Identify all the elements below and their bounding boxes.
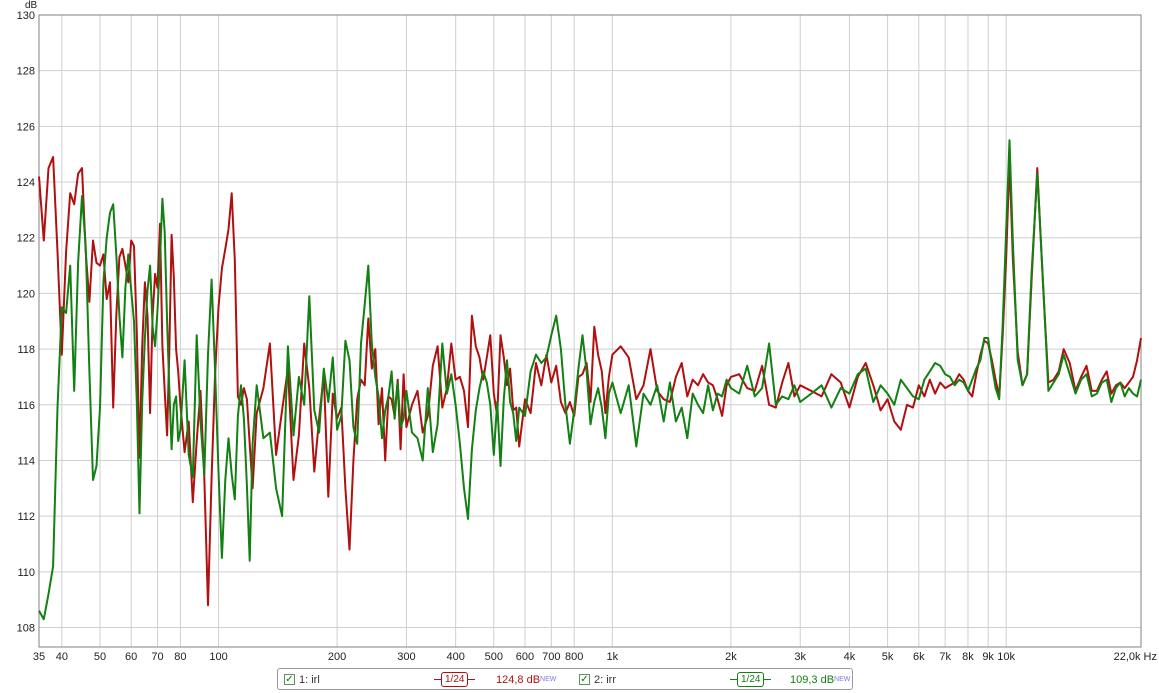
smoothing-box-irl[interactable]: 1/24 <box>441 672 469 687</box>
legend-label-irl: 1: irl <box>299 673 320 686</box>
y-tick-label: 128 <box>17 66 35 78</box>
y-tick-label: 116 <box>17 400 35 412</box>
x-tick-label: 400 <box>446 651 464 663</box>
x-tick-label: 500 <box>485 651 503 663</box>
x-tick-label: 50 <box>94 651 106 663</box>
x-tick-label: 5k <box>882 651 894 663</box>
x-tick-label: 22,0k Hz <box>1114 651 1157 663</box>
plot-border <box>38 14 1142 648</box>
x-tick-label: 4k <box>844 651 856 663</box>
y-tick-label: 110 <box>17 567 35 579</box>
legend-smoothing-irr[interactable]: 1/24 <box>730 672 772 687</box>
x-axis-ticks: 35 40 50 60 70 80 100 200 300 400 500 600 700 800 1k 2k… <box>33 651 1157 663</box>
y-tick-label: 126 <box>17 121 35 133</box>
x-tick-label: 60 <box>125 651 137 663</box>
x-tick-label: 600 <box>516 651 534 663</box>
x-tick-label: 6k <box>913 651 925 663</box>
x-tick-label: 800 <box>565 651 583 663</box>
y-axis-ticks: 108 110 112 114 116 118 120 122 124 126 128 130 <box>17 10 35 635</box>
legend-item-irr[interactable]: ✓ 2: irr <box>579 672 616 687</box>
x-tick-label: 100 <box>209 651 227 663</box>
smoothing-box-irr[interactable]: 1/24 <box>737 672 765 687</box>
y-tick-label: 130 <box>17 10 35 22</box>
x-tick-label: 70 <box>151 651 163 663</box>
legend-label-irr: 2: irr <box>594 673 616 686</box>
x-tick-label: 40 <box>56 651 68 663</box>
y-tick-label: 124 <box>17 177 35 189</box>
y-tick-label: 114 <box>17 455 35 467</box>
x-tick-label: 700 <box>542 651 560 663</box>
x-tick-label: 2k <box>725 651 737 663</box>
y-tick-label: 122 <box>17 233 35 245</box>
legend-new-badge-irr: NEW <box>834 676 851 683</box>
legend-value-irr: 109,3 dB NEW <box>790 672 850 687</box>
x-tick-label: 300 <box>397 651 415 663</box>
series-lines <box>38 139 1142 621</box>
legend-db-irl: 124,8 dB <box>496 673 541 686</box>
grid <box>38 14 1142 647</box>
x-tick-label: 35 <box>33 651 45 663</box>
y-tick-label: 120 <box>17 288 35 300</box>
x-tick-label: 80 <box>174 651 186 663</box>
y-tick-label: 108 <box>17 623 35 635</box>
legend-checkbox-irl[interactable]: ✓ <box>284 674 295 685</box>
x-tick-label: 8k <box>962 651 974 663</box>
frequency-response-chart: 108 110 112 114 116 118 120 122 124 126 128 130 35 4… <box>17 0 1157 663</box>
x-tick-label: 200 <box>328 651 346 663</box>
legend-value-irl: 124,8 dB NEW <box>496 672 556 687</box>
x-tick-label: 7k <box>939 651 951 663</box>
legend-db-irr: 109,3 dB <box>790 673 835 686</box>
y-tick-label: 118 <box>17 344 35 356</box>
legend-smoothing-irl[interactable]: 1/24 <box>434 672 476 687</box>
x-tick-label: 3k <box>794 651 806 663</box>
series-line-irl <box>38 156 1142 607</box>
legend-item-irl[interactable]: ✓ 1: irl <box>284 672 320 687</box>
legend: ✓ 1: irl 1/24 124,8 dB NEW ✓ 2: irr 1/24 … <box>277 668 853 690</box>
y-tick-label: 112 <box>17 511 35 523</box>
x-tick-label: 1k <box>607 651 619 663</box>
legend-checkbox-irr[interactable]: ✓ <box>579 674 590 685</box>
x-tick-label: 9k <box>982 651 994 663</box>
legend-new-badge-irl: NEW <box>540 676 557 683</box>
x-tick-label: 10k <box>997 651 1015 663</box>
y-axis-unit-label: dB <box>25 0 38 11</box>
